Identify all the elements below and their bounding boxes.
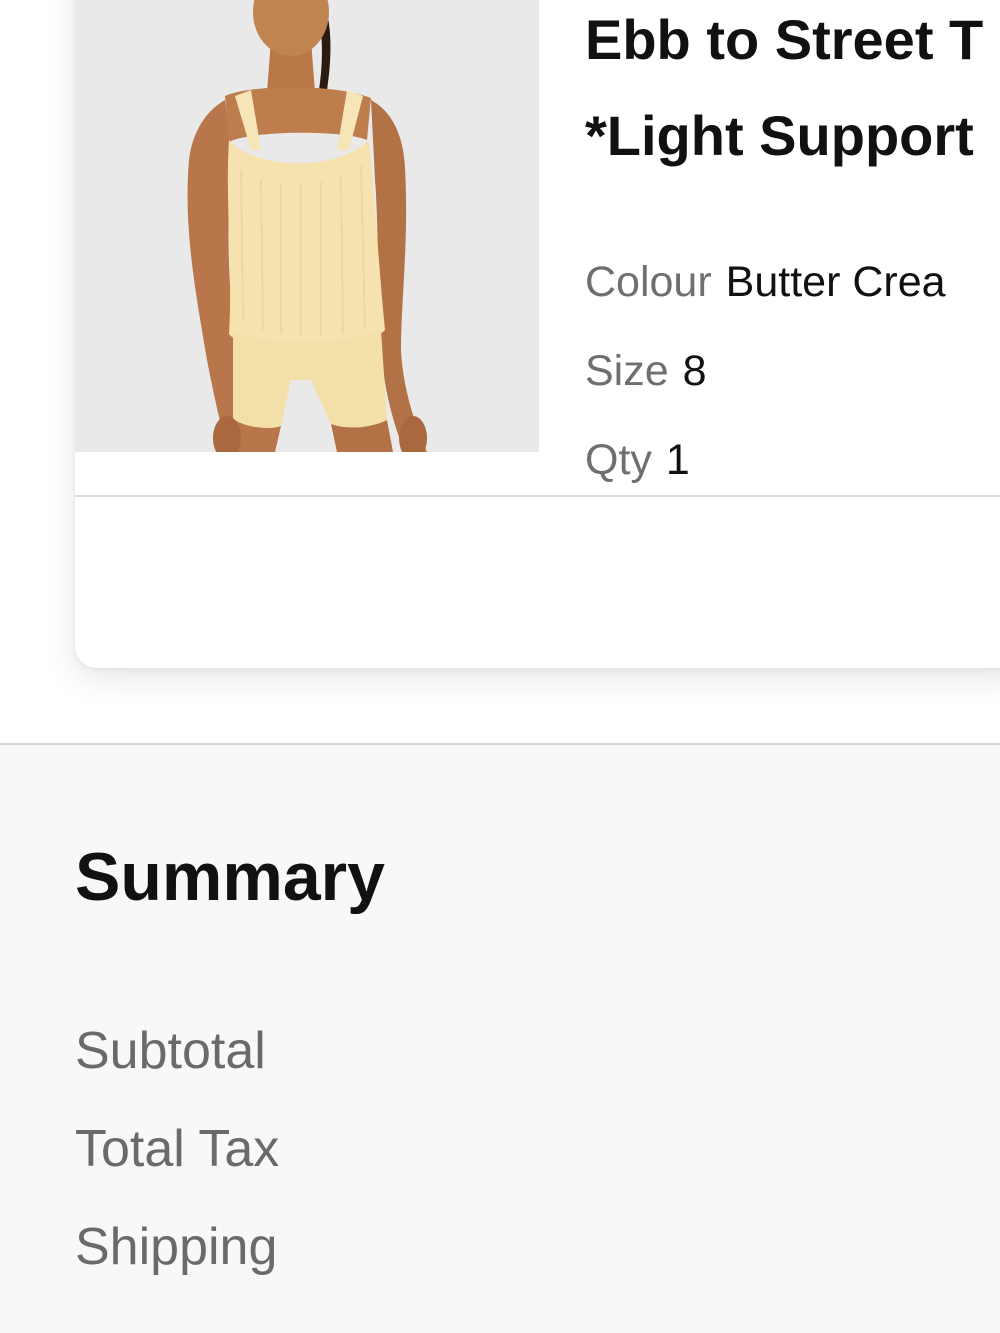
size-label: Size xyxy=(585,347,669,395)
qty-value: 1 xyxy=(665,436,690,484)
colour-label: Colour xyxy=(585,258,712,306)
product-size-row: Size 8 xyxy=(585,345,707,397)
order-summary: Summary Subtotal Total Tax Shipping xyxy=(0,745,1000,1333)
cart-items-section: Ebb to Street T *Light Support Colour But… xyxy=(0,0,1000,744)
product-photo-illustration xyxy=(75,0,539,452)
qty-label: Qty xyxy=(585,436,652,484)
product-image[interactable] xyxy=(75,0,539,452)
total-tax-label: Total Tax xyxy=(75,1120,280,1178)
summary-title: Summary xyxy=(75,839,385,915)
product-name[interactable]: Ebb to Street T *Light Support xyxy=(585,0,1000,184)
product-qty-row: Qty 1 xyxy=(585,434,690,486)
cart-item-card: Ebb to Street T *Light Support Colour But… xyxy=(75,0,1000,668)
subtotal-label: Subtotal xyxy=(75,1022,266,1080)
colour-value: Butter Crea xyxy=(725,258,946,306)
shipping-label: Shipping xyxy=(75,1218,278,1276)
product-colour-row: Colour Butter Crea xyxy=(585,256,946,308)
card-divider xyxy=(75,495,1000,497)
size-value: 8 xyxy=(682,347,707,395)
